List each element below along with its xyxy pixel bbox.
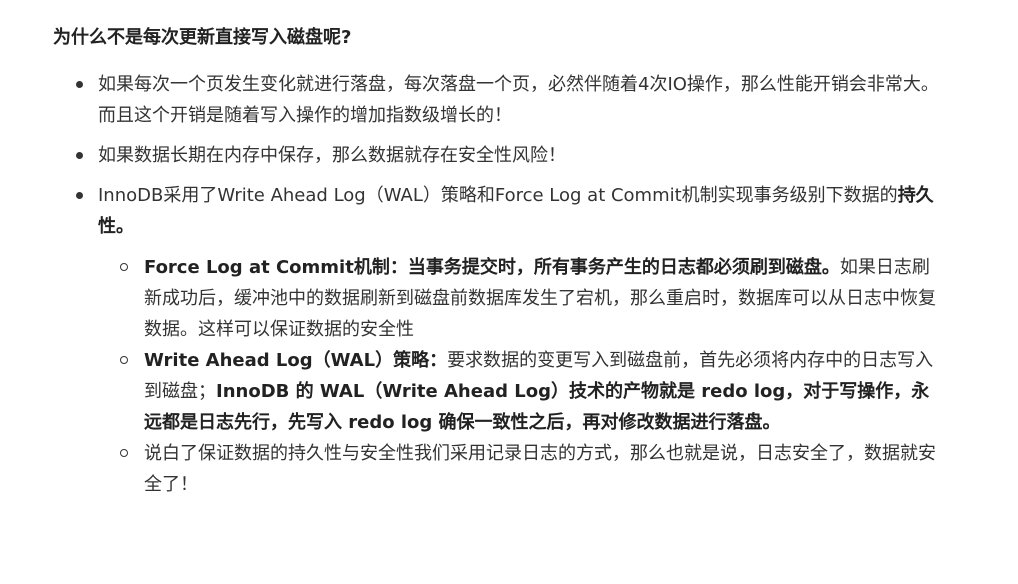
sub-list-item-bold-text-2: InnoDB 的 WAL（Write Ahead Log）技术的产物就是 red… <box>144 381 930 433</box>
sub-list-item: Force Log at Commit机制：当事务提交时，所有事务产生的日志都必… <box>98 252 944 345</box>
bullet-circle-icon <box>120 356 128 364</box>
bullet-list: 如果每次一个页发生变化就进行落盘，每次落盘一个页，必然伴随着4次IO操作，那么性… <box>53 69 953 500</box>
bullet-circle-icon <box>120 449 128 457</box>
bullet-circle-icon <box>120 263 128 271</box>
sub-bullet-list: Force Log at Commit机制：当事务提交时，所有事务产生的日志都必… <box>98 252 953 500</box>
sub-list-item: Write Ahead Log（WAL）策略：要求数据的变更写入到磁盘前，首先必… <box>98 345 944 438</box>
list-item: InnoDB采用了Write Ahead Log（WAL）策略和Force Lo… <box>53 180 953 500</box>
section-heading: 为什么不是每次更新直接写入磁盘呢? <box>53 27 352 48</box>
list-item-text: 如果数据长期在内存中保存，那么数据就存在安全性风险！ <box>98 145 566 166</box>
sub-list-item-text: 说白了保证数据的持久性与安全性我们采用记录日志的方式，那么也就是说，日志安全了，… <box>144 443 936 495</box>
article-section: 为什么不是每次更新直接写入磁盘呢? 如果每次一个页发生变化就进行落盘，每次落盘一… <box>0 0 1018 584</box>
list-item: 如果数据长期在内存中保存，那么数据就存在安全性风险！ <box>53 140 953 171</box>
list-item: 如果每次一个页发生变化就进行落盘，每次落盘一个页，必然伴随着4次IO操作，那么性… <box>53 69 953 131</box>
sub-list-item-bold-text: Force Log at Commit机制：当事务提交时，所有事务产生的日志都必… <box>144 257 840 278</box>
list-item-text: InnoDB采用了Write Ahead Log（WAL）策略和Force Lo… <box>98 185 898 206</box>
list-item-text: 如果每次一个页发生变化就进行落盘，每次落盘一个页，必然伴随着4次IO操作，那么性… <box>98 74 939 126</box>
bullet-disc-icon <box>76 152 83 159</box>
bullet-disc-icon <box>76 192 83 199</box>
bullet-disc-icon <box>76 81 83 88</box>
sub-list-item: 说白了保证数据的持久性与安全性我们采用记录日志的方式，那么也就是说，日志安全了，… <box>98 438 944 500</box>
sub-list-item-bold-text: Write Ahead Log（WAL）策略： <box>144 350 448 371</box>
